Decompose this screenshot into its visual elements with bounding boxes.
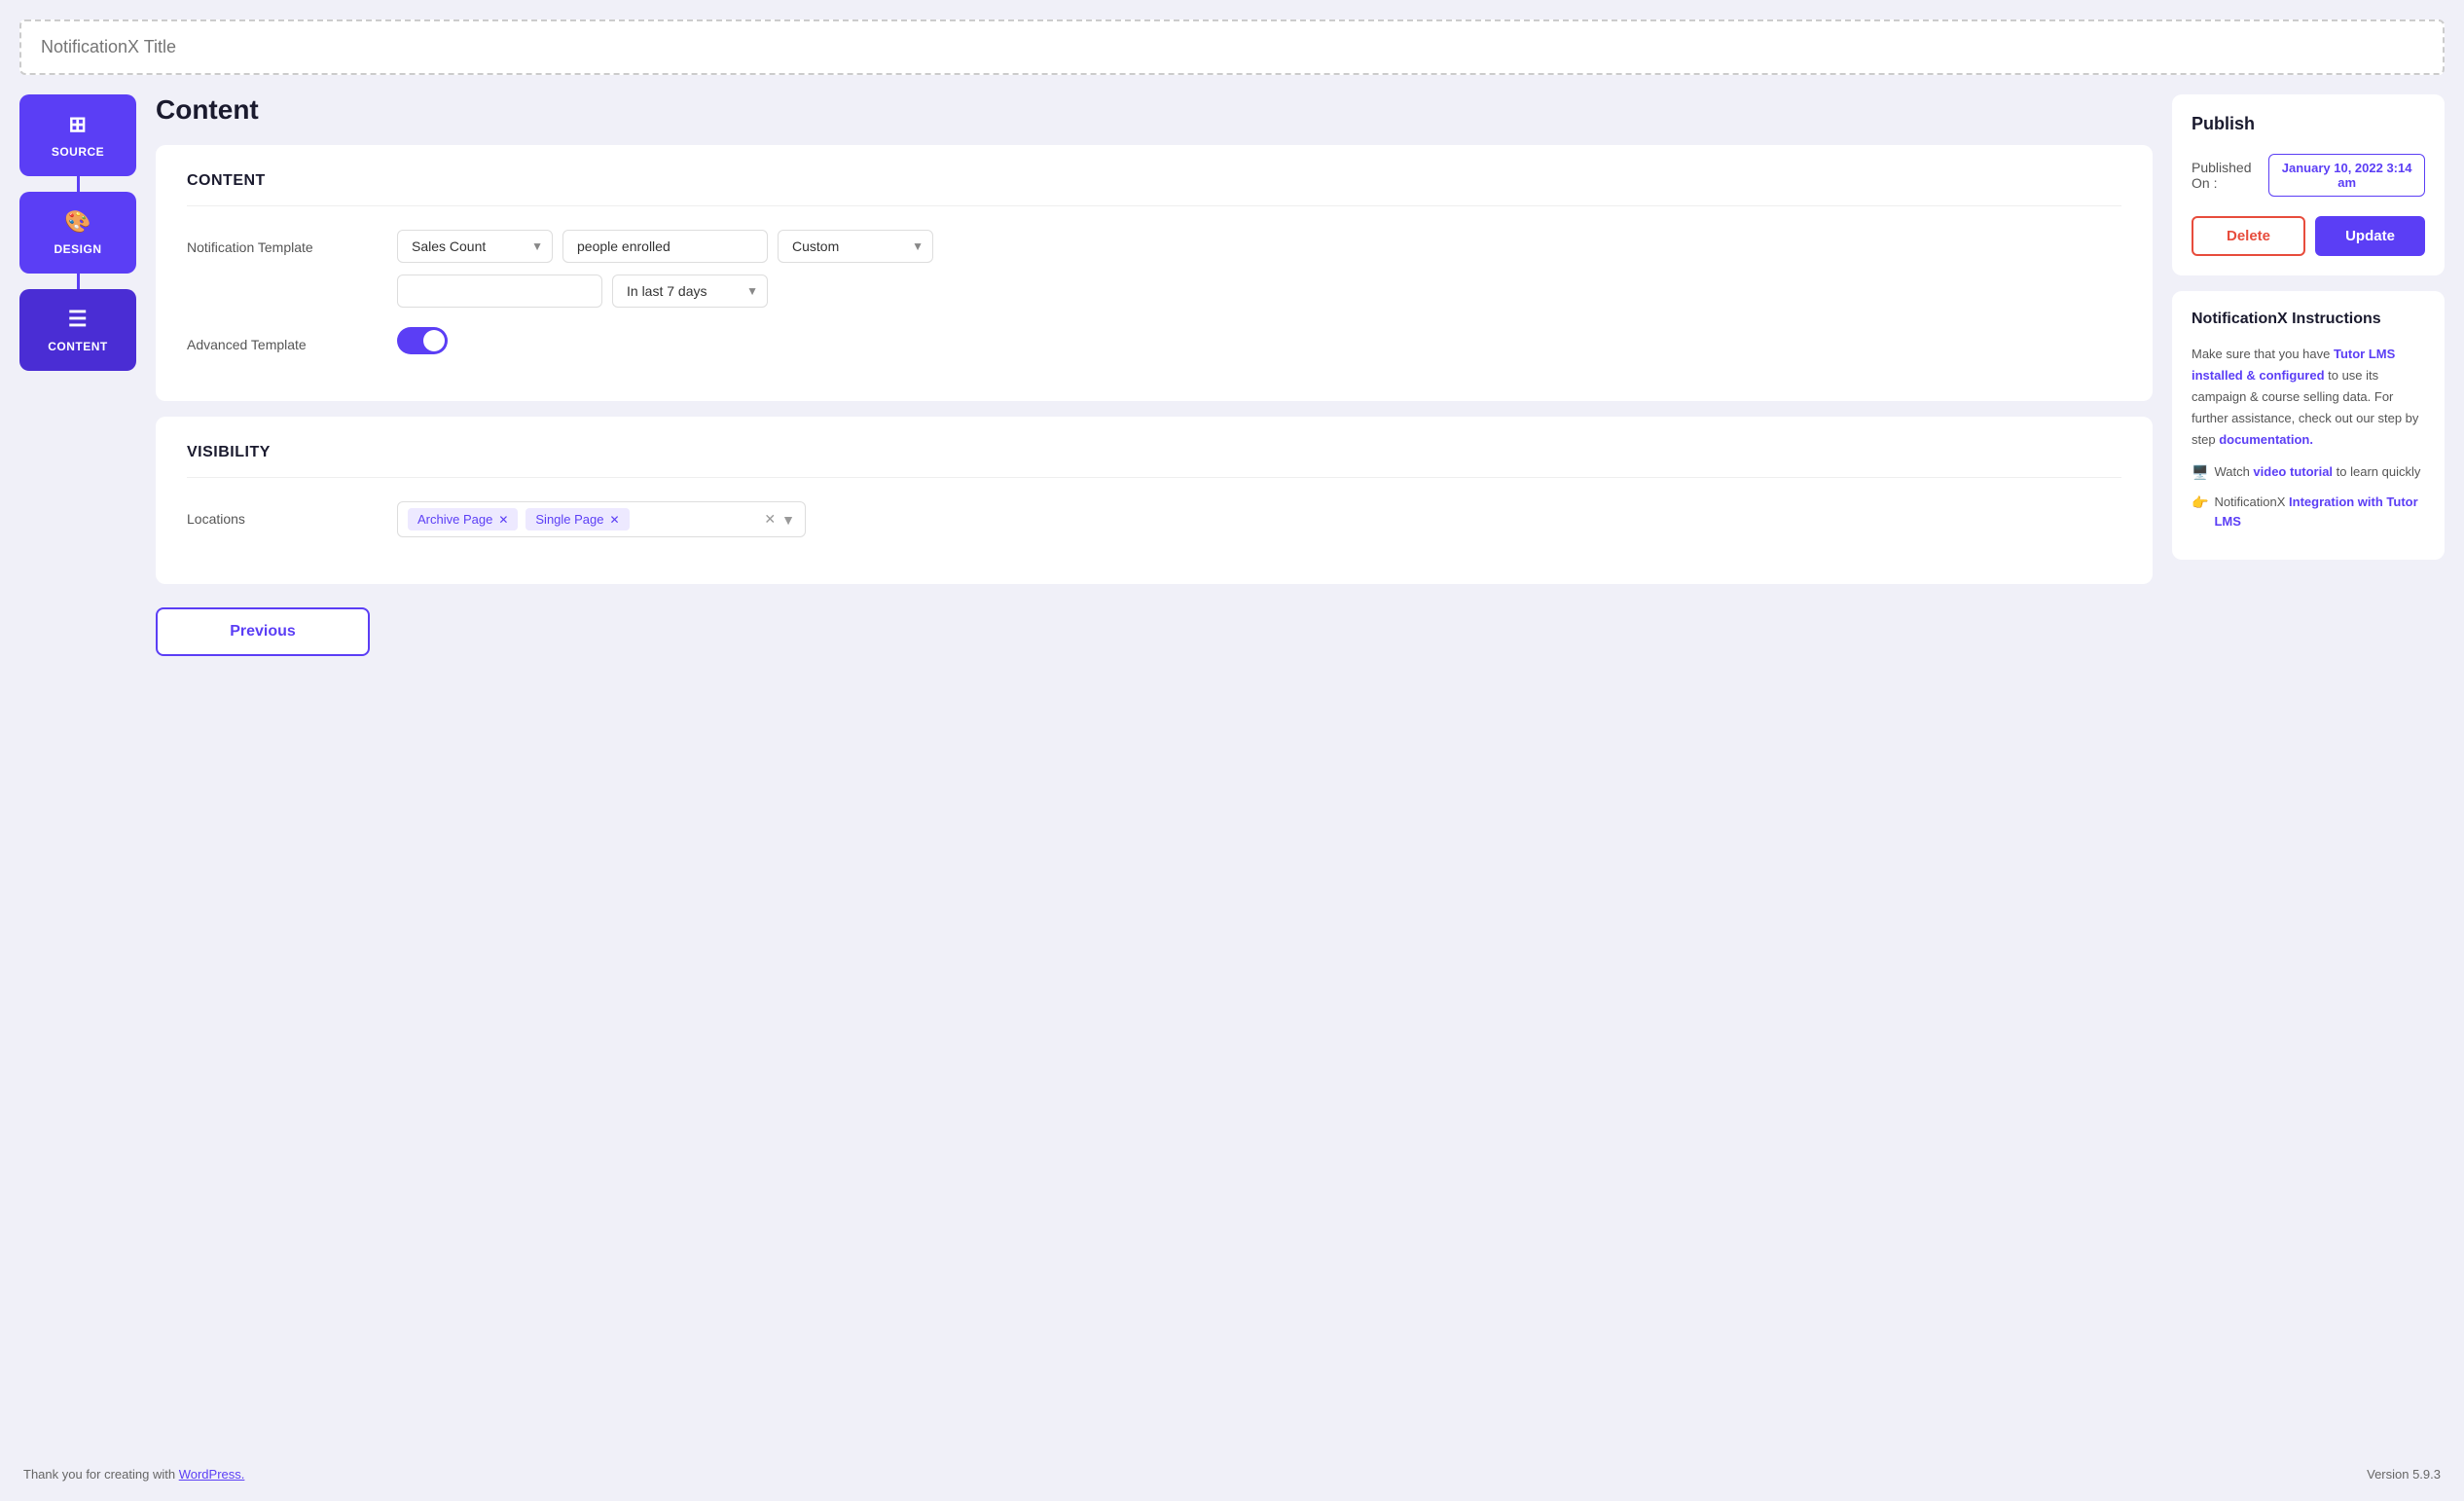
custom-text-input[interactable] bbox=[397, 275, 602, 308]
title-bar bbox=[19, 19, 2445, 75]
sidebar-item-content-label: CONTENT bbox=[48, 340, 108, 353]
bottom-section: Previous bbox=[156, 607, 2153, 656]
notification-template-row: Notification Template Sales Count People… bbox=[187, 230, 2121, 308]
content-section-title: CONTENT bbox=[187, 172, 2121, 206]
right-panel: Publish Published On : January 10, 2022 … bbox=[2172, 94, 2445, 1451]
notification-template-controls: Sales Count People Enrolled Custom ▼ Cus… bbox=[397, 230, 2121, 308]
tags-actions: ✕ ▼ bbox=[764, 511, 795, 528]
sales-count-wrapper: Sales Count People Enrolled Custom ▼ bbox=[397, 230, 553, 263]
notification-template-dropdown2[interactable]: Custom Default bbox=[778, 230, 933, 263]
advanced-template-label: Advanced Template bbox=[187, 327, 381, 352]
source-icon: ⊞ bbox=[69, 112, 88, 137]
visibility-section-card: VISIBILITY Locations Archive Page ✕ Sing… bbox=[156, 417, 2153, 584]
previous-button[interactable]: Previous bbox=[156, 607, 370, 656]
sidebar-item-design-label: DESIGN bbox=[54, 242, 101, 256]
documentation-link[interactable]: documentation. bbox=[2219, 432, 2313, 447]
integration-link[interactable]: Integration with Tutor LMS bbox=[2214, 494, 2417, 529]
footer-text: Thank you for creating with WordPress. bbox=[23, 1467, 244, 1482]
notification-template-dropdown3[interactable]: In last 7 days In last 14 days In last 3… bbox=[612, 275, 768, 308]
locations-controls: Archive Page ✕ Single Page ✕ ✕ ▼ bbox=[397, 501, 2121, 537]
sidebar-connector-2 bbox=[77, 274, 80, 289]
notification-title-input[interactable] bbox=[41, 37, 2423, 57]
video-tutorial-item: 🖥️ Watch video tutorial to learn quickly bbox=[2192, 462, 2425, 483]
sidebar: ⊞ SOURCE 🎨 DESIGN ☰ CONTENT bbox=[19, 94, 136, 1451]
notification-template-label: Notification Template bbox=[187, 230, 381, 255]
advanced-template-controls bbox=[397, 327, 2121, 354]
integration-text: NotificationX Integration with Tutor LMS bbox=[2214, 493, 2425, 531]
advanced-template-toggle[interactable] bbox=[397, 327, 448, 354]
notification-template-dropdown1[interactable]: Sales Count People Enrolled Custom bbox=[397, 230, 553, 263]
published-on-label: Published On : bbox=[2192, 160, 2268, 191]
sidebar-item-source-label: SOURCE bbox=[52, 145, 104, 159]
archive-page-tag: Archive Page ✕ bbox=[408, 508, 518, 531]
published-on-date: January 10, 2022 3:14 am bbox=[2268, 154, 2425, 197]
single-page-tag-close[interactable]: ✕ bbox=[610, 513, 620, 527]
publish-card: Publish Published On : January 10, 2022 … bbox=[2172, 94, 2445, 275]
locations-label: Locations bbox=[187, 501, 381, 527]
video-tutorial-text: Watch video tutorial to learn quickly bbox=[2214, 462, 2420, 482]
integration-item: 👉 NotificationX Integration with Tutor L… bbox=[2192, 493, 2425, 531]
wordpress-link[interactable]: WordPress. bbox=[179, 1467, 245, 1482]
instructions-title: NotificationX Instructions bbox=[2192, 311, 2425, 328]
content-area: Content CONTENT Notification Template Sa… bbox=[156, 94, 2153, 1451]
published-on-row: Published On : January 10, 2022 3:14 am bbox=[2192, 154, 2425, 197]
video-tutorial-emoji: 🖥️ bbox=[2192, 462, 2208, 483]
design-icon: 🎨 bbox=[64, 209, 91, 235]
instructions-card: NotificationX Instructions Make sure tha… bbox=[2172, 291, 2445, 560]
content-icon: ☰ bbox=[68, 307, 88, 332]
version-text: Version 5.9.3 bbox=[2367, 1467, 2441, 1482]
footer: Thank you for creating with WordPress. V… bbox=[19, 1467, 2445, 1482]
sidebar-connector-1 bbox=[77, 176, 80, 192]
content-section-card: CONTENT Notification Template Sales Coun… bbox=[156, 145, 2153, 401]
sidebar-item-content[interactable]: ☰ CONTENT bbox=[19, 289, 136, 371]
delete-button[interactable]: Delete bbox=[2192, 216, 2305, 256]
locations-tags-input[interactable]: Archive Page ✕ Single Page ✕ ✕ ▼ bbox=[397, 501, 806, 537]
instructions-main-text: Make sure that you have Tutor LMS instal… bbox=[2192, 344, 2425, 451]
video-tutorial-link[interactable]: video tutorial bbox=[2253, 464, 2333, 479]
page-title: Content bbox=[156, 94, 2153, 126]
locations-row: Locations Archive Page ✕ Single Page ✕ bbox=[187, 501, 2121, 537]
visibility-section-title: VISIBILITY bbox=[187, 444, 2121, 478]
update-button[interactable]: Update bbox=[2315, 216, 2425, 256]
archive-page-tag-label: Archive Page bbox=[417, 512, 492, 527]
toggle-thumb bbox=[423, 330, 445, 351]
tutor-lms-link[interactable]: Tutor LMS installed & configured bbox=[2192, 347, 2395, 383]
publish-actions: Delete Update bbox=[2192, 216, 2425, 256]
integration-emoji: 👉 bbox=[2192, 493, 2208, 513]
single-page-tag-label: Single Page bbox=[535, 512, 603, 527]
tags-clear-icon[interactable]: ✕ bbox=[764, 511, 776, 528]
days-wrapper: In last 7 days In last 14 days In last 3… bbox=[612, 275, 768, 308]
custom-wrapper: Custom Default ▼ bbox=[778, 230, 933, 263]
sidebar-item-source[interactable]: ⊞ SOURCE bbox=[19, 94, 136, 176]
people-enrolled-input[interactable] bbox=[562, 230, 768, 263]
publish-title: Publish bbox=[2192, 114, 2425, 134]
tags-dropdown-icon[interactable]: ▼ bbox=[781, 512, 795, 528]
single-page-tag: Single Page ✕ bbox=[525, 508, 629, 531]
sidebar-item-design[interactable]: 🎨 DESIGN bbox=[19, 192, 136, 274]
advanced-template-row: Advanced Template bbox=[187, 327, 2121, 354]
archive-page-tag-close[interactable]: ✕ bbox=[498, 513, 508, 527]
